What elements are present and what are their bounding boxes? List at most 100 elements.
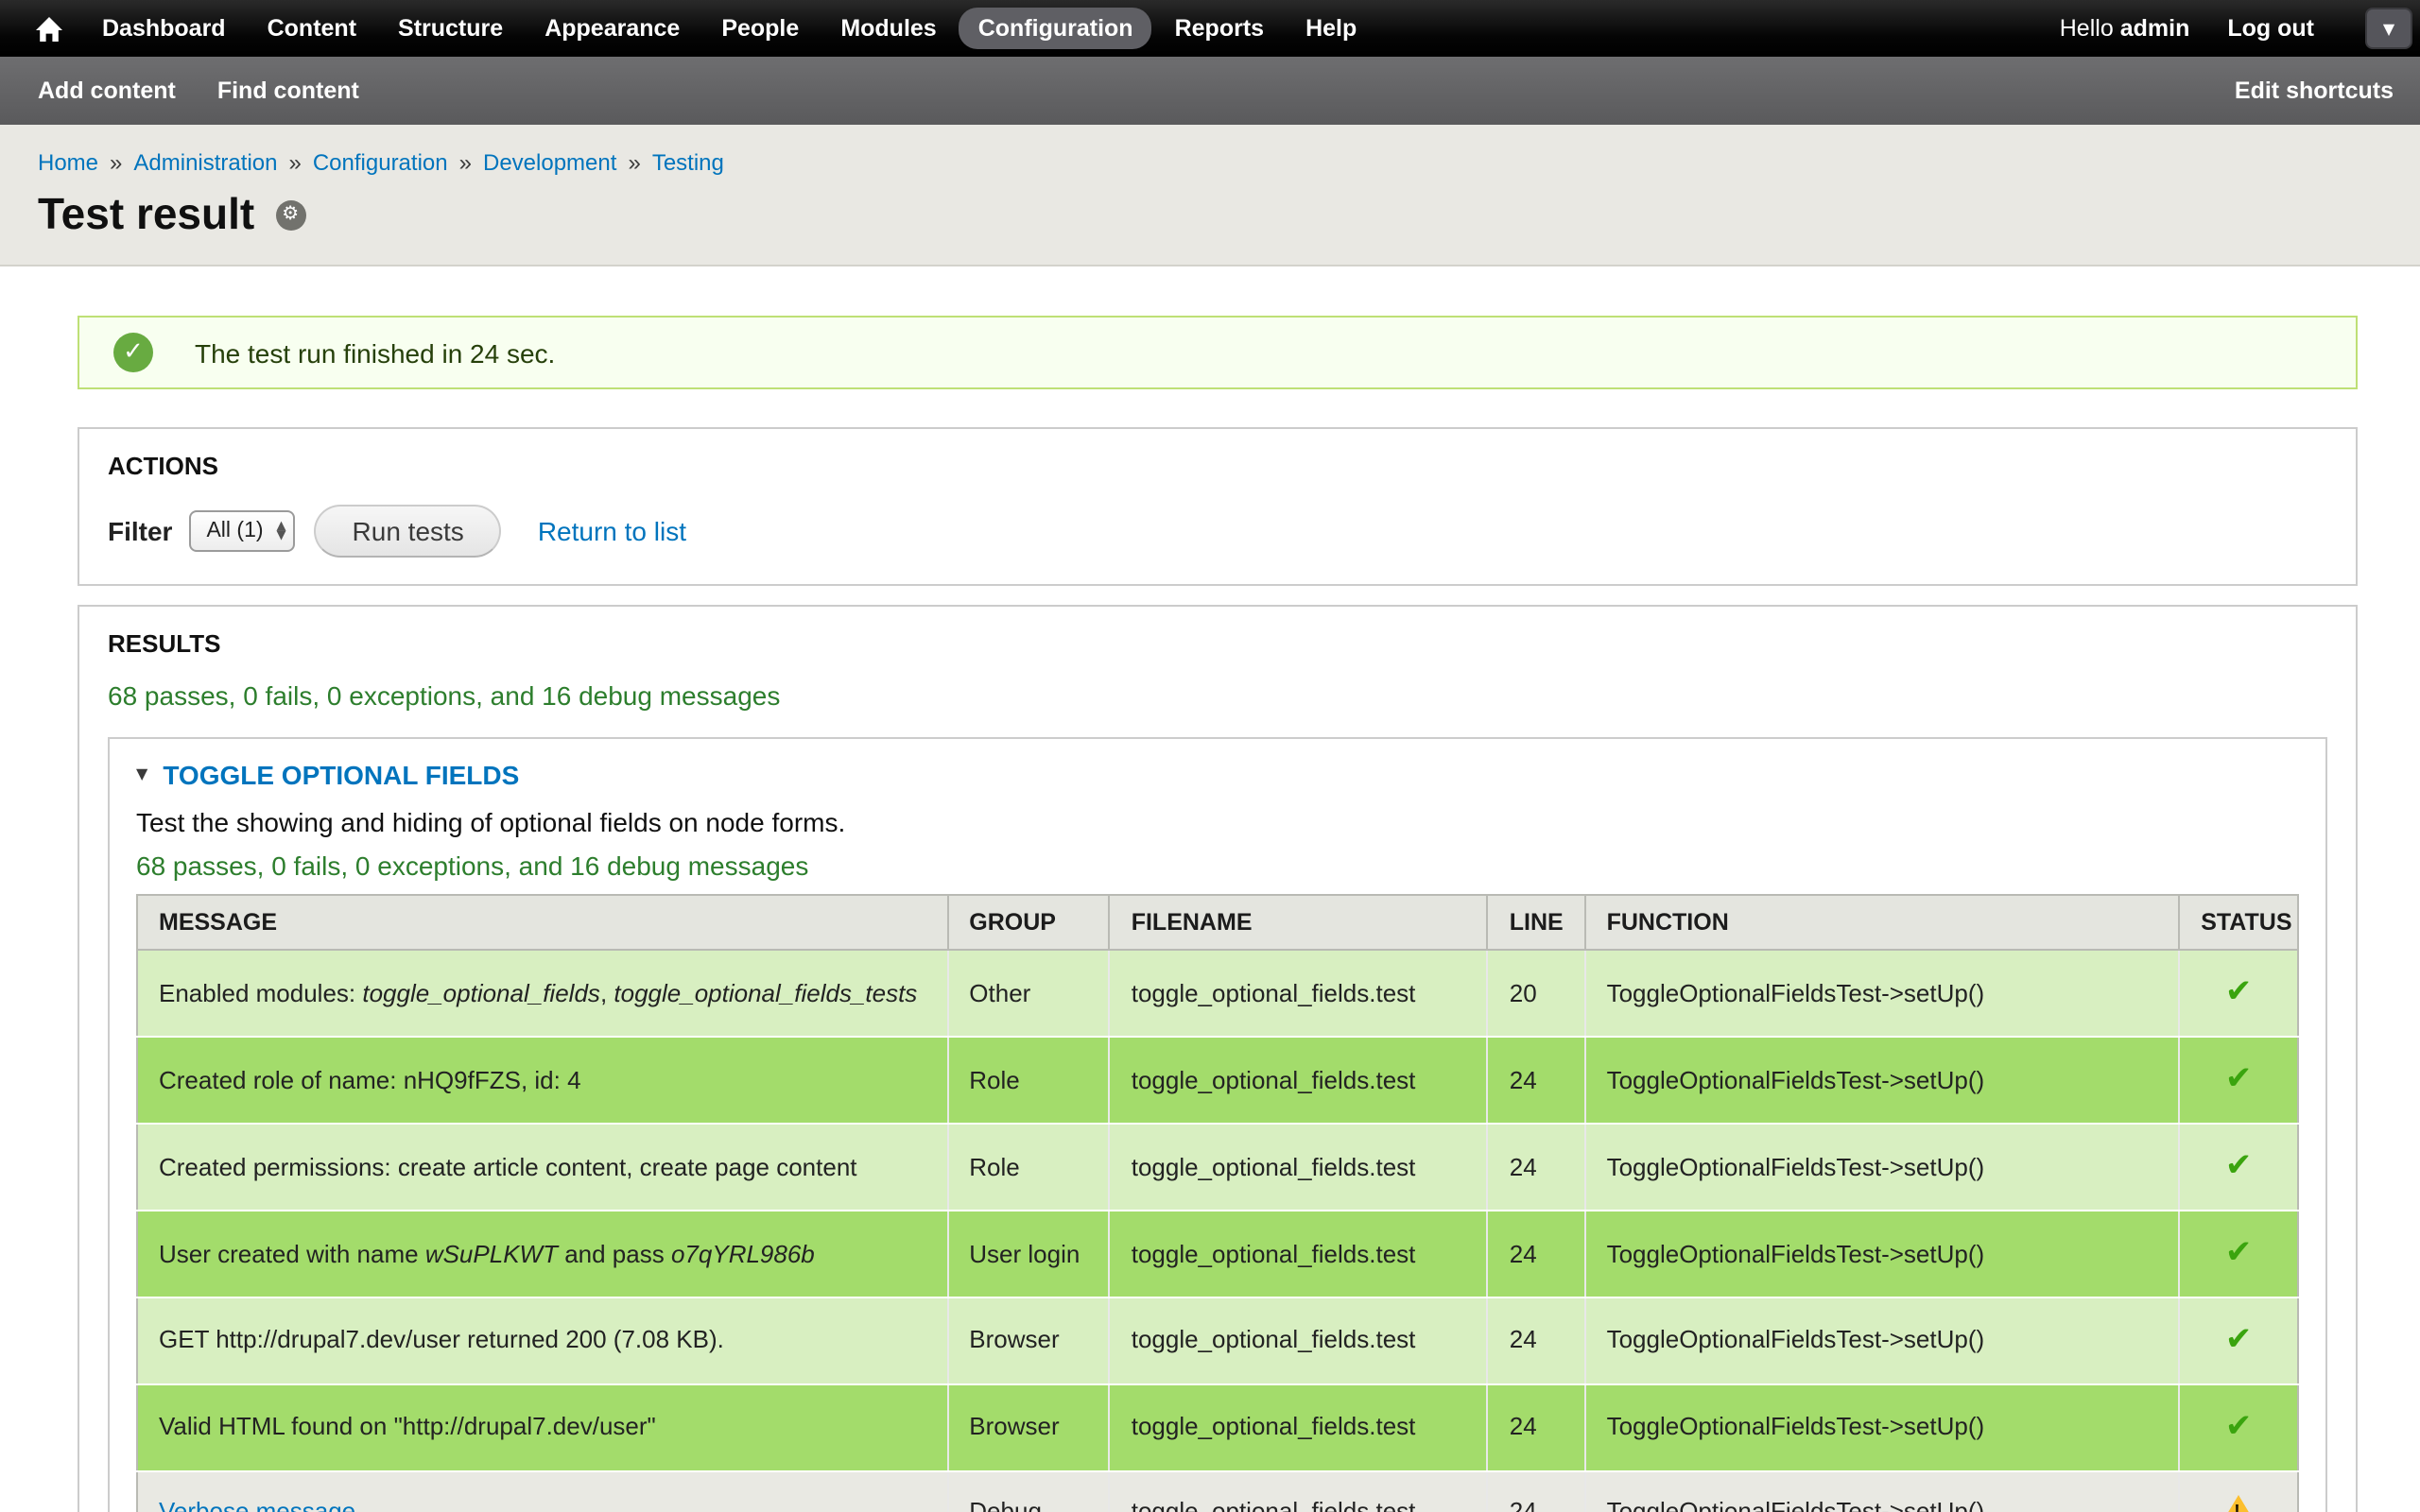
toolbar-menu: DashboardContentStructureAppearancePeopl… [83, 8, 1379, 49]
breadcrumb-link-testing[interactable]: Testing [652, 149, 724, 176]
cell-message: Created permissions: create article cont… [137, 1124, 947, 1211]
cell-group: Browser [947, 1297, 1109, 1384]
cell-line: 24 [1488, 1383, 1585, 1470]
cell-message: GET http://drupal7.dev/user returned 200… [137, 1297, 947, 1384]
cell-group: Other [947, 950, 1109, 1037]
check-circle-icon: ✓ [113, 333, 153, 372]
toolbar-item-structure[interactable]: Structure [379, 8, 522, 49]
column-header-group: GROUP [947, 895, 1109, 950]
edit-shortcuts-link[interactable]: Edit shortcuts [2235, 77, 2394, 104]
table-row: Created permissions: create article cont… [137, 1124, 2298, 1211]
cell-group: Browser [947, 1383, 1109, 1470]
message-text: Enabled modules: [159, 978, 362, 1006]
run-tests-button[interactable]: Run tests [315, 505, 502, 558]
cell-status: ✔ [2179, 1297, 2298, 1384]
toolbar-item-content[interactable]: Content [249, 8, 375, 49]
cell-function: ToggleOptionalFieldsTest->setUp() [1585, 1124, 2180, 1211]
table-row: Created role of name: nHQ9fFZS, id: 4Rol… [137, 1037, 2298, 1124]
results-table-body: Enabled modules: toggle_optional_fields,… [137, 950, 2298, 1512]
cell-line: 24 [1488, 1037, 1585, 1124]
cell-filename: toggle_optional_fields.test [1110, 1037, 1488, 1124]
drupal-admin-page: DashboardContentStructureAppearancePeopl… [0, 0, 2420, 1512]
cell-line: 20 [1488, 950, 1585, 1037]
toolbar-item-configuration[interactable]: Configuration [959, 8, 1152, 49]
warning-icon: ! [2221, 1494, 2256, 1512]
cell-line: 24 [1488, 1211, 1585, 1297]
test-group-body: Test the showing and hiding of optional … [110, 790, 2325, 1512]
logout-link[interactable]: Log out [2227, 15, 2314, 42]
gear-icon[interactable]: ⚙ [275, 199, 305, 230]
breadcrumb-link-administration[interactable]: Administration [133, 149, 277, 176]
collapse-arrow-icon[interactable]: ▼ [136, 767, 147, 782]
results-summary: 68 passes, 0 fails, 0 exceptions, and 16… [108, 680, 2327, 711]
check-icon: ✔ [2225, 1407, 2253, 1445]
cell-message: User created with name wSuPLKWT and pass… [137, 1211, 947, 1297]
shortcut-menu: Add content Find content [38, 77, 359, 104]
toolbar-item-dashboard[interactable]: Dashboard [83, 8, 245, 49]
shortcut-item-add-content[interactable]: Add content [38, 77, 176, 104]
toolbar-item-people[interactable]: People [702, 8, 818, 49]
filter-select[interactable]: All (1) ▲ ▼ [189, 510, 295, 552]
cell-status: ✔ [2179, 1037, 2298, 1124]
test-group-title-link[interactable]: TOGGLE OPTIONAL FIELDS [163, 760, 519, 790]
toolbar-toggle-button[interactable]: ▼ [2365, 8, 2412, 49]
table-row: Verbose message Debugtoggle_optional_fiel… [137, 1470, 2298, 1512]
cell-filename: toggle_optional_fields.test [1110, 1383, 1488, 1470]
message-emphasis: wSuPLKWT [425, 1239, 558, 1267]
message-text: Created permissions: create article cont… [159, 1152, 857, 1180]
toolbar-item-reports[interactable]: Reports [1156, 8, 1283, 49]
breadcrumb-link-development[interactable]: Development [483, 149, 616, 176]
cell-line: 24 [1488, 1124, 1585, 1211]
check-icon: ✔ [2225, 973, 2253, 1011]
test-group-description: Test the showing and hiding of optional … [136, 807, 2299, 837]
actions-fieldset: ACTIONS Filter All (1) ▲ ▼ Run tests Ret… [78, 427, 2358, 586]
home-icon[interactable] [23, 8, 76, 49]
column-header-message: MESSAGE [137, 895, 947, 950]
cell-status: ! [2179, 1470, 2298, 1512]
message-text: and pass [558, 1239, 671, 1267]
cell-filename: toggle_optional_fields.test [1110, 1124, 1488, 1211]
message-emphasis: toggle_optional_fields_tests [614, 978, 917, 1006]
cell-function: ToggleOptionalFieldsTest->setUp() [1585, 1383, 2180, 1470]
warning-exclamation: ! [2234, 1500, 2240, 1512]
table-row: GET http://drupal7.dev/user returned 200… [137, 1297, 2298, 1384]
toolbar-user-area: Hello admin Log out [2060, 15, 2314, 42]
cell-status: ✔ [2179, 1211, 2298, 1297]
toolbar-item-appearance[interactable]: Appearance [526, 8, 699, 49]
cell-message: Enabled modules: toggle_optional_fields,… [137, 950, 947, 1037]
breadcrumb-link-home[interactable]: Home [38, 149, 98, 176]
cell-group: User login [947, 1211, 1109, 1297]
shortcut-item-find-content[interactable]: Find content [217, 77, 359, 104]
check-icon: ✔ [2225, 1147, 2253, 1185]
message-text: Valid HTML found on "http://drupal7.dev/… [159, 1413, 656, 1441]
breadcrumb-separator: » [288, 149, 301, 176]
select-stepper-icon: ▲ ▼ [275, 522, 288, 541]
verbose-message-link[interactable]: Verbose message [159, 1496, 355, 1512]
actions-legend: ACTIONS [108, 452, 2327, 480]
filter-select-value: All (1) [206, 520, 263, 542]
admin-toolbar: DashboardContentStructureAppearancePeopl… [0, 0, 2420, 57]
results-table: MESSAGEGROUPFILENAMELINEFUNCTIONSTATUS E… [136, 894, 2299, 1512]
cell-filename: toggle_optional_fields.test [1110, 1470, 1488, 1512]
cell-line: 24 [1488, 1297, 1585, 1384]
cell-group: Role [947, 1124, 1109, 1211]
cell-function: ToggleOptionalFieldsTest->setUp() [1585, 1037, 2180, 1124]
content-area: ✓ The test run finished in 24 sec. ACTIO… [0, 266, 2420, 1512]
breadcrumb-link-configuration[interactable]: Configuration [313, 149, 448, 176]
cell-line: 24 [1488, 1470, 1585, 1512]
page-title-row: Test result ⚙ [38, 189, 2382, 240]
column-header-line: LINE [1488, 895, 1585, 950]
table-row: Valid HTML found on "http://drupal7.dev/… [137, 1383, 2298, 1470]
breadcrumb-separator: » [110, 149, 122, 176]
cell-status: ✔ [2179, 1124, 2298, 1211]
page-title: Test result [38, 189, 254, 240]
return-to-list-link[interactable]: Return to list [538, 516, 686, 546]
toolbar-item-help[interactable]: Help [1287, 8, 1375, 49]
cell-group: Debug [947, 1470, 1109, 1512]
column-header-filename: FILENAME [1110, 895, 1488, 950]
shortcut-bar: Add content Find content Edit shortcuts [0, 57, 2420, 125]
cell-message: Valid HTML found on "http://drupal7.dev/… [137, 1383, 947, 1470]
toolbar-item-modules[interactable]: Modules [821, 8, 955, 49]
cell-status: ✔ [2179, 1383, 2298, 1470]
message-text: User created with name [159, 1239, 425, 1267]
